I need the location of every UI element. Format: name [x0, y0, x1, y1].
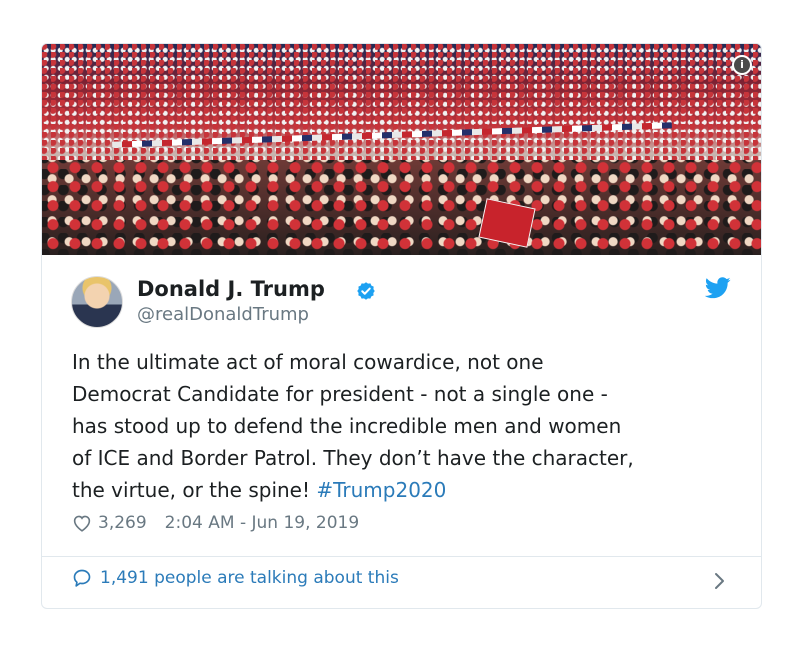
conversation-link[interactable]: 1,491 people are talking about this	[72, 568, 399, 588]
talking-about-text[interactable]: 1,491 people are talking about this	[100, 568, 399, 588]
banner-rail	[112, 122, 672, 148]
tweet-text: In the ultimate act of moral cowardice, …	[72, 346, 742, 506]
heart-icon[interactable]	[72, 514, 92, 532]
tweet-text-line: Democrat Candidate for president - not a…	[72, 382, 608, 406]
chevron-right-icon[interactable]	[713, 572, 725, 590]
hashtag-link[interactable]: #Trump2020	[316, 478, 446, 502]
tweet-text-line: the virtue, or the spine! #Trump2020	[72, 474, 742, 506]
divider	[42, 556, 761, 557]
info-icon[interactable]: i	[732, 55, 752, 75]
like-count[interactable]: 3,269	[98, 513, 147, 533]
tweet-card: i Donald J. Trump @realDonaldTrump In th…	[41, 43, 762, 609]
twitter-bird-icon[interactable]	[705, 277, 731, 299]
avatar[interactable]	[71, 276, 123, 328]
author-name[interactable]: Donald J. Trump	[137, 277, 325, 301]
tweet-text-line: In the ultimate act of moral cowardice, …	[72, 350, 544, 374]
tweet-text-line: has stood up to defend the incredible me…	[72, 414, 622, 438]
tweet-meta: 3,269 2:04 AM - Jun 19, 2019	[72, 513, 359, 533]
speech-bubble-icon	[73, 569, 91, 587]
tweet-text-line: of ICE and Border Patrol. They don’t hav…	[72, 446, 634, 470]
crowd	[42, 160, 761, 255]
rally-photo[interactable]: i	[42, 44, 761, 255]
timestamp[interactable]: 2:04 AM - Jun 19, 2019	[165, 513, 360, 533]
verified-badge-icon	[357, 282, 375, 300]
tweet-text-tail: the virtue, or the spine!	[72, 478, 317, 502]
author-handle[interactable]: @realDonaldTrump	[137, 304, 309, 325]
